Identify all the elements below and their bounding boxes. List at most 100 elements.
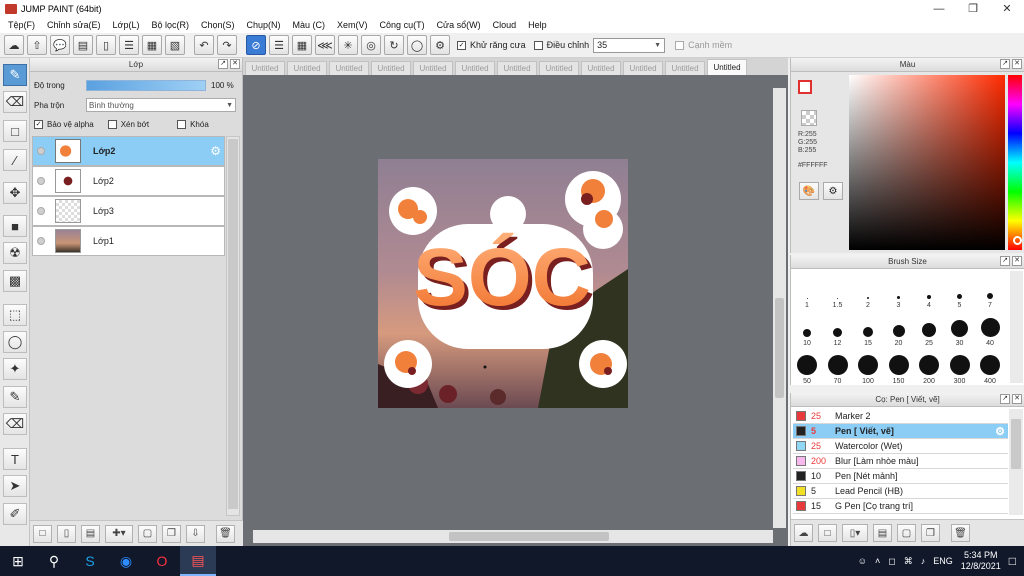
popout-icon[interactable]: ↗ bbox=[1000, 59, 1010, 69]
page-icon[interactable]: ▯ bbox=[96, 35, 116, 55]
document-tab[interactable]: Untitled bbox=[455, 61, 495, 75]
snap-parallel-icon[interactable]: ☰ bbox=[269, 35, 289, 55]
menu-cloud[interactable]: Cloud bbox=[487, 20, 523, 30]
redo-icon[interactable]: ↷ bbox=[217, 35, 237, 55]
brush-size-option[interactable]: 3 bbox=[884, 271, 914, 309]
close-icon[interactable]: ✕ bbox=[1012, 256, 1022, 266]
brush-item[interactable]: 5 Lead Pencil (HB) bbox=[793, 484, 1008, 499]
magic-wand-icon[interactable]: ✦ bbox=[3, 358, 27, 380]
document-tab[interactable]: Untitled bbox=[497, 61, 537, 75]
frame-icon[interactable]: ▦ bbox=[142, 35, 162, 55]
menu-select[interactable]: Chọn(S) bbox=[195, 20, 241, 30]
brush-size-option[interactable]: 2 bbox=[853, 271, 883, 309]
text-tool-icon[interactable]: T bbox=[3, 448, 27, 470]
snap-perspective-icon[interactable]: ⋘ bbox=[315, 35, 335, 55]
visibility-toggle[interactable] bbox=[37, 207, 45, 215]
brush-size-option[interactable]: 40 bbox=[975, 309, 1005, 347]
antialias-checkbox[interactable]: ✓ bbox=[457, 40, 466, 50]
popout-icon[interactable]: ↗ bbox=[1000, 394, 1010, 404]
brush-size-option[interactable]: 150 bbox=[884, 347, 914, 385]
close-button[interactable]: ✕ bbox=[990, 0, 1024, 17]
brush-size-option[interactable]: 5 bbox=[945, 271, 975, 309]
document-tab[interactable]: Untitled bbox=[371, 61, 411, 75]
clip-checkbox[interactable] bbox=[107, 120, 117, 129]
visibility-toggle[interactable] bbox=[37, 147, 45, 155]
palette-settings-icon[interactable]: ⚙ bbox=[823, 182, 843, 200]
layout-icon[interactable]: ▧ bbox=[165, 35, 185, 55]
bucket-tool-icon[interactable]: ☢ bbox=[3, 242, 27, 264]
brush-item[interactable]: 25 Marker 2 bbox=[793, 409, 1008, 424]
move-tool-icon[interactable]: ✥ bbox=[3, 182, 27, 204]
close-icon[interactable]: ✕ bbox=[1012, 394, 1022, 404]
menu-edit[interactable]: Chỉnh sửa(E) bbox=[41, 20, 107, 30]
foreground-color-swatch[interactable] bbox=[798, 80, 812, 94]
brush-size-scrollbar[interactable] bbox=[1010, 271, 1023, 383]
layer-row[interactable]: Lớp3 bbox=[32, 196, 225, 226]
cloud-sync-icon[interactable]: ☁ bbox=[4, 35, 24, 55]
brush-size-option[interactable]: 30 bbox=[945, 309, 975, 347]
speech-bubble-icon[interactable]: 💬 bbox=[50, 35, 70, 55]
pen-tool-icon[interactable]: ✎ bbox=[3, 64, 27, 86]
people-icon[interactable]: ☺ bbox=[858, 556, 867, 566]
saturation-value-picker[interactable] bbox=[849, 75, 1005, 250]
select-rect-icon[interactable]: ⬚ bbox=[3, 304, 27, 326]
jump-paint-taskbar-icon[interactable]: ▤ bbox=[180, 546, 216, 576]
menu-capture[interactable]: Chụp(N) bbox=[241, 20, 287, 30]
line-tool-icon[interactable]: ∕ bbox=[3, 149, 27, 171]
settings-icon[interactable]: ⚙ bbox=[430, 35, 450, 55]
rectangle-tool-icon[interactable]: □ bbox=[3, 120, 27, 142]
snap-curve-icon[interactable]: ↻ bbox=[384, 35, 404, 55]
menu-help[interactable]: Help bbox=[522, 20, 553, 30]
trash-icon[interactable]: 🗑 bbox=[216, 524, 235, 543]
menu-file[interactable]: Tệp(F) bbox=[2, 20, 41, 30]
visibility-toggle[interactable] bbox=[37, 177, 45, 185]
duplicate-icon[interactable]: ❐ bbox=[921, 524, 940, 542]
minimize-button[interactable]: — bbox=[922, 0, 956, 17]
document-tab[interactable]: Untitled bbox=[413, 61, 453, 75]
eraser-tool-icon[interactable]: ⌫ bbox=[3, 91, 27, 113]
skype-icon[interactable]: S bbox=[72, 546, 108, 576]
brush-size-option[interactable]: 400 bbox=[975, 347, 1005, 385]
brush-size-option[interactable]: 50 bbox=[792, 347, 822, 385]
brush-size-option[interactable]: 10 bbox=[792, 309, 822, 347]
brush-size-option[interactable]: 100 bbox=[853, 347, 883, 385]
layer-row[interactable]: Lớp1 bbox=[32, 226, 225, 256]
brush-item[interactable]: 15 G Pen [Cọ trang trí] bbox=[793, 499, 1008, 514]
brush-copy-icon[interactable]: ▤ bbox=[873, 524, 892, 542]
layer-row[interactable]: Lớp2 bbox=[32, 166, 225, 196]
search-icon[interactable]: ⚲ bbox=[36, 546, 72, 576]
document-tab[interactable]: Untitled bbox=[665, 61, 705, 75]
document-tab[interactable]: Untitled bbox=[245, 61, 285, 75]
wifi-icon[interactable]: ⌘ bbox=[904, 556, 913, 567]
menu-tools[interactable]: Công cụ(T) bbox=[374, 20, 431, 30]
brush-item[interactable]: 25 Watercolor (Wet) bbox=[793, 439, 1008, 454]
gear-icon[interactable]: ⚙ bbox=[995, 425, 1005, 438]
duplicate-icon[interactable]: ❐ bbox=[162, 524, 181, 543]
brush-size-option[interactable]: 1 bbox=[792, 271, 822, 309]
lock-checkbox[interactable] bbox=[177, 120, 187, 129]
select-pen-icon[interactable]: ✎ bbox=[3, 386, 27, 408]
undo-icon[interactable]: ↶ bbox=[194, 35, 214, 55]
document-tab-active[interactable]: Untitled bbox=[707, 59, 747, 75]
brush-size-option[interactable]: 20 bbox=[884, 309, 914, 347]
gradient-tool-icon[interactable]: ▩ bbox=[3, 270, 27, 292]
document-icon[interactable]: ☰ bbox=[119, 35, 139, 55]
canvas-vertical-scrollbar[interactable] bbox=[773, 88, 786, 528]
brush-size-option[interactable]: 1.5 bbox=[823, 271, 853, 309]
popout-icon[interactable]: ↗ bbox=[1000, 256, 1010, 266]
comment-icon[interactable]: ▤ bbox=[73, 35, 93, 55]
opera-icon[interactable]: O bbox=[144, 546, 180, 576]
close-icon[interactable]: ✕ bbox=[230, 59, 240, 69]
zalo-icon[interactable]: ◉ bbox=[108, 546, 144, 576]
blend-mode-select[interactable]: Bình thường ▼ bbox=[86, 98, 236, 112]
smooth-edge-checkbox[interactable] bbox=[675, 40, 685, 50]
fill-rect-tool-icon[interactable]: ■ bbox=[3, 215, 27, 237]
brush-size-option[interactable]: 4 bbox=[914, 271, 944, 309]
snap-grid-icon[interactable]: ▦ bbox=[292, 35, 312, 55]
operation-tool-icon[interactable]: ➤ bbox=[3, 475, 27, 497]
opacity-slider[interactable] bbox=[86, 80, 206, 91]
brush-item[interactable]: 5 Pen [ Viết, vẽ] ⚙ bbox=[793, 424, 1008, 439]
brush-item[interactable]: 200 Blur [Làm nhòe màu] bbox=[793, 454, 1008, 469]
notification-icon[interactable]: □ bbox=[1009, 554, 1016, 568]
menu-layer[interactable]: Lớp(L) bbox=[107, 20, 146, 30]
